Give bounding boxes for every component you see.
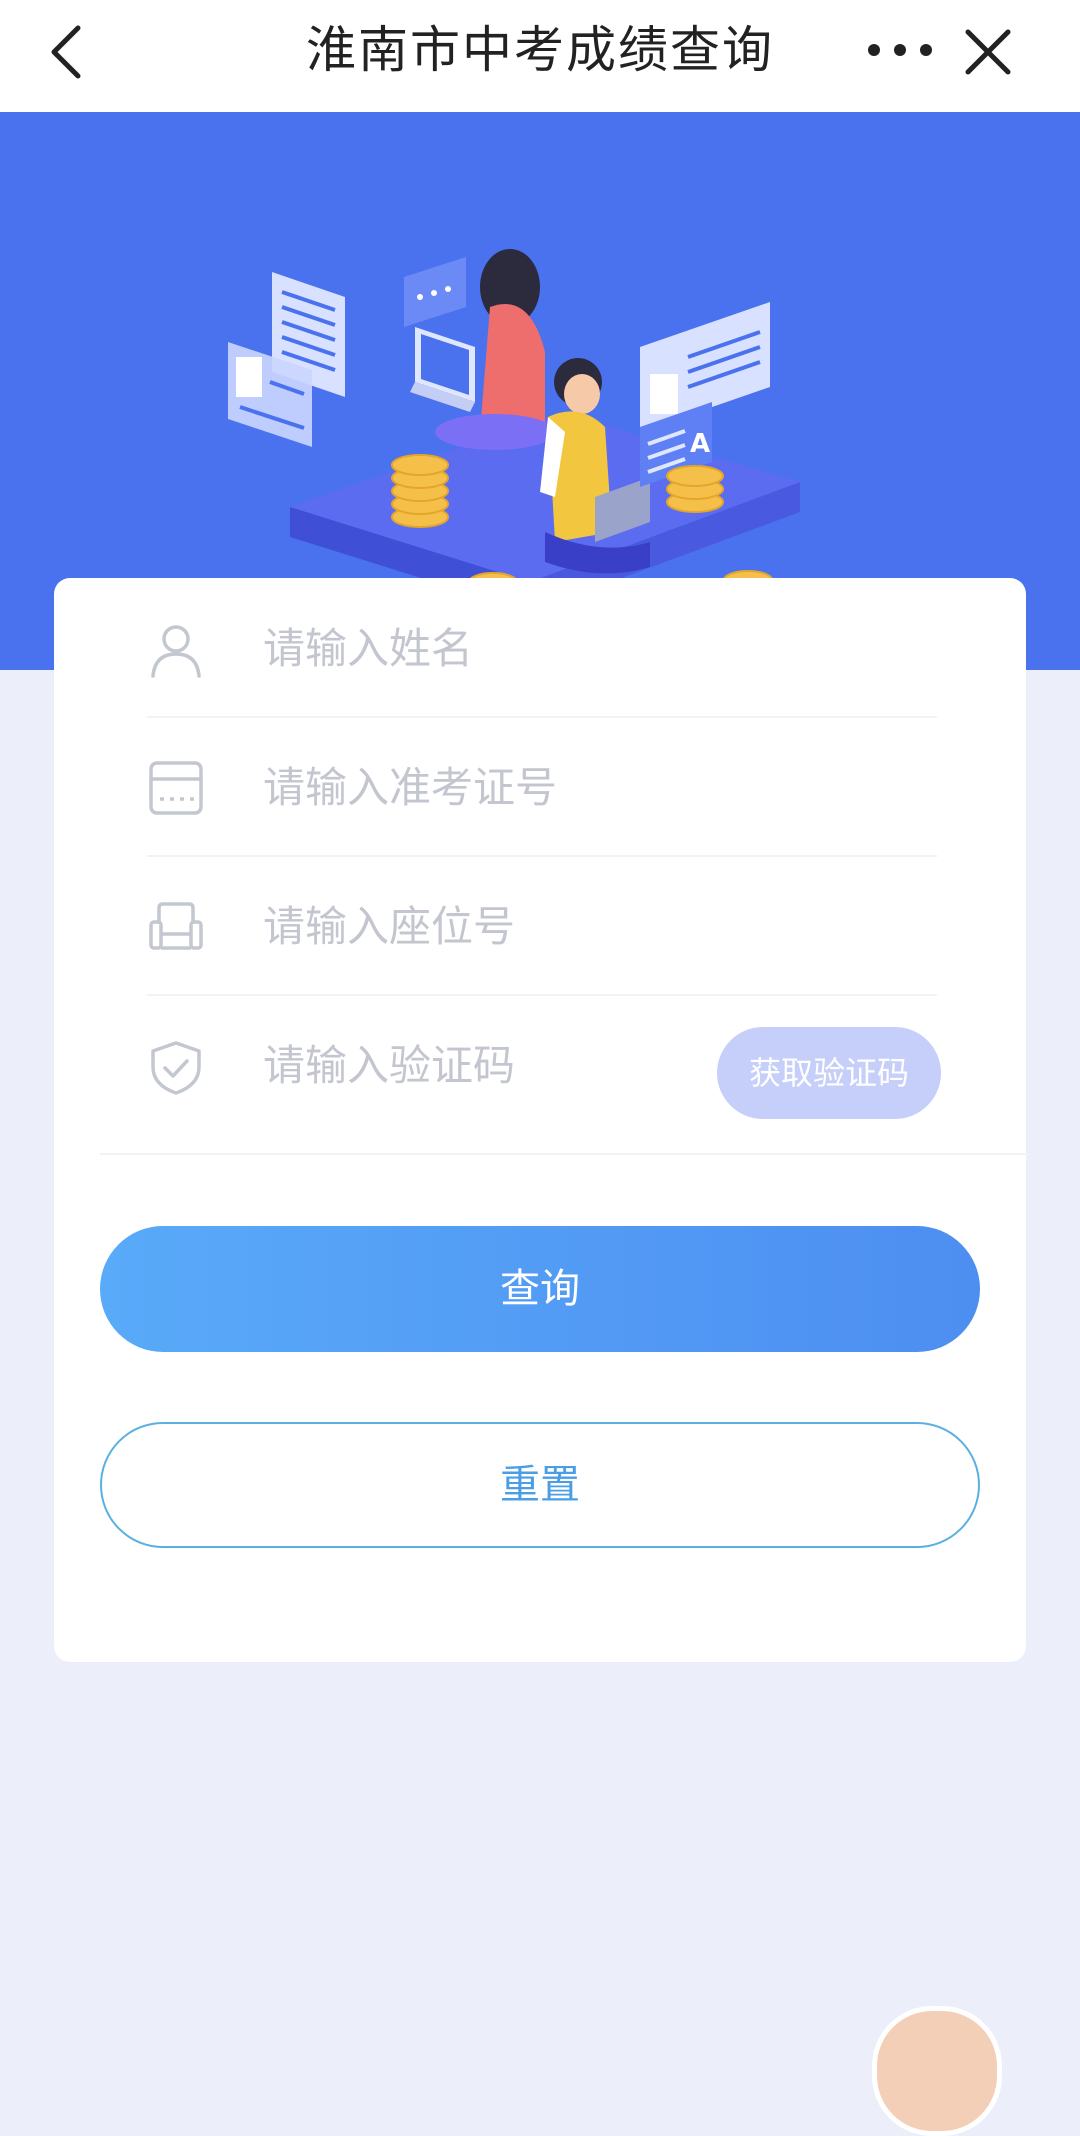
seat-number-input[interactable] <box>261 890 825 962</box>
more-dots-icon[interactable] <box>856 30 956 70</box>
exam-number-field-row <box>147 717 937 857</box>
seat-icon <box>149 902 203 950</box>
name-field-row <box>147 578 937 718</box>
verification-code-input[interactable] <box>261 1029 685 1101</box>
user-icon <box>151 625 201 678</box>
exam-number-input[interactable] <box>261 751 825 823</box>
name-input[interactable] <box>261 612 825 684</box>
top-navigation-bar: 淮南市中考成绩查询 <box>0 0 1080 112</box>
verification-code-field-row: 获取验证码 <box>100 995 1030 1155</box>
reset-button[interactable]: 重置 <box>100 1422 980 1548</box>
query-form-card: 获取验证码 查询 重置 <box>54 578 1030 1662</box>
svg-text:A: A <box>690 429 710 459</box>
get-code-button[interactable]: 获取验证码 <box>717 1027 941 1119</box>
floating-assistant-avatar[interactable] <box>872 2006 1002 2136</box>
shield-check-icon <box>151 1041 201 1095</box>
id-card-icon <box>149 761 203 815</box>
close-icon[interactable] <box>958 22 1018 82</box>
query-button[interactable]: 查询 <box>100 1226 980 1352</box>
seat-number-field-row <box>147 856 937 996</box>
